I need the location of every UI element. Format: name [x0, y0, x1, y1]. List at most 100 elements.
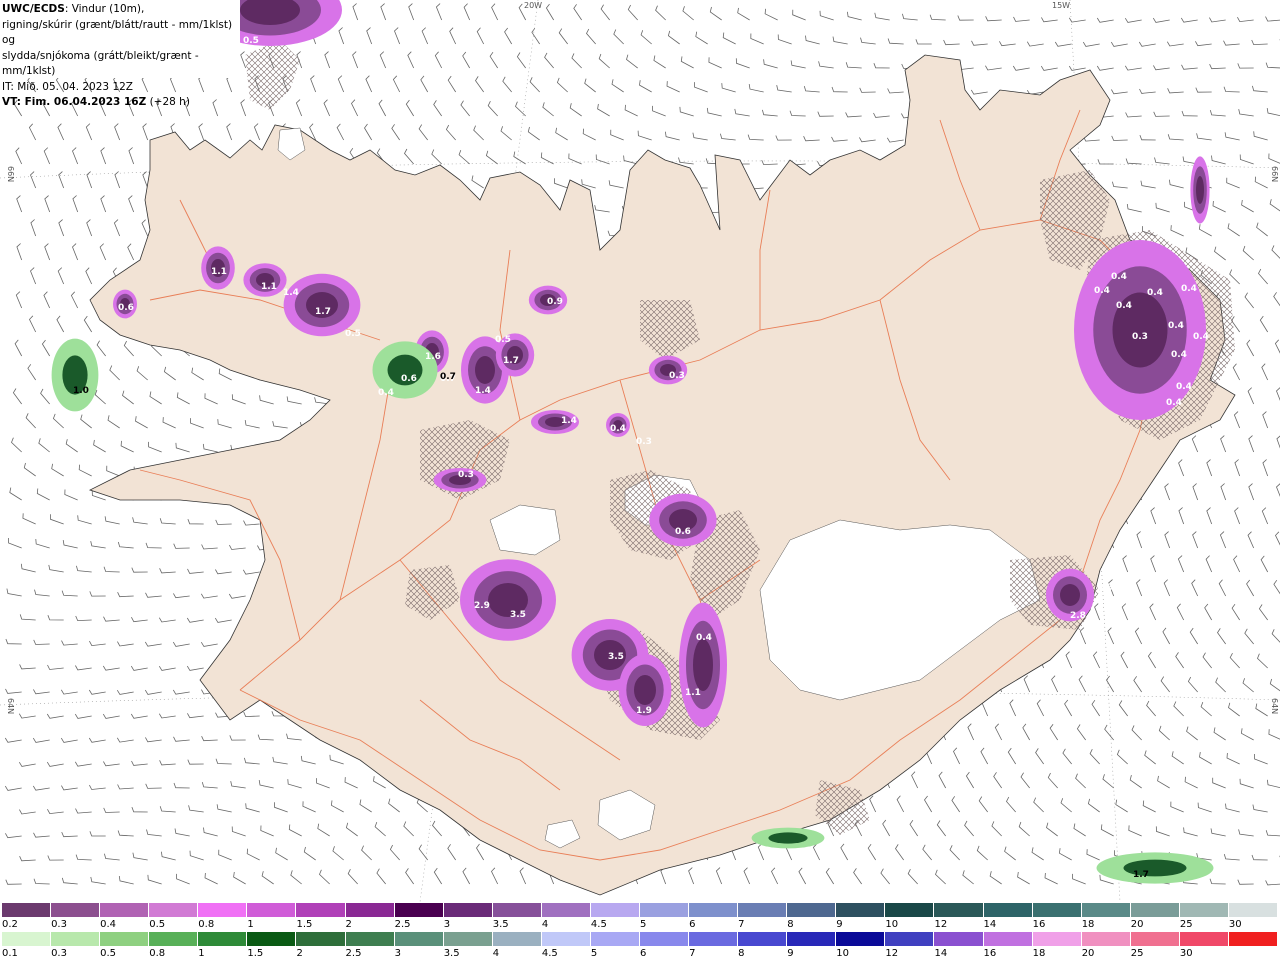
color-legend: 0.2 0.3 0.4 0.5 0.8 1 1.5 2 2.5 3 3.5 4 4.5 5 6 7 8 9 10 12… — [0, 903, 1280, 960]
precip-value-label: 1.6 — [425, 352, 441, 362]
legend-label: 30 — [1179, 948, 1193, 959]
legend-label: 0.3 — [51, 948, 67, 959]
legend-label: 14 — [934, 948, 948, 959]
legend-label: 0.5 — [100, 948, 117, 959]
precip-value-label: 1.9 — [636, 706, 652, 716]
legend-label: 7 — [738, 919, 745, 930]
title-line-1: UWC/ECDS: Vindur (10m), — [2, 2, 240, 18]
lat-label-66n-left: 66N — [6, 166, 15, 182]
legend-swatch — [590, 903, 641, 917]
rain-area — [768, 832, 808, 844]
valid-time: VT: Fim. 06.04.2023 16Z — [2, 96, 147, 108]
legend-label: 7 — [689, 948, 696, 959]
legend-label: 10 — [885, 919, 899, 930]
legend-swatch — [885, 932, 935, 946]
precip-value-label: 0.3 — [669, 371, 685, 381]
precip-value-label: 2.9 — [474, 601, 490, 611]
precip-value-label: 2.8 — [1070, 611, 1086, 621]
precip-value-label: 0.4 — [1171, 350, 1187, 360]
legend-label: 0.1 — [2, 948, 18, 959]
legend-label: 0.8 — [149, 948, 166, 959]
legend-swatch — [1130, 903, 1180, 917]
precip-value-label: 1.1 — [211, 267, 227, 277]
precip-value-label: 1.4 — [283, 288, 299, 298]
snow-area — [1196, 176, 1204, 204]
legend-swatch — [738, 932, 788, 946]
legend-swatch — [787, 903, 837, 917]
weather-map[interactable]: 20W 15W 66N 66N 64N 64N 0.51.11.11.41.70… — [0, 0, 1280, 902]
legend-label: 18 — [1032, 948, 1046, 959]
snow-area — [634, 675, 656, 705]
legend-label: 25 — [1179, 919, 1193, 930]
legend-label: 0.2 — [2, 919, 18, 930]
precip-value-label: 0.4 — [610, 424, 626, 434]
legend-snow-colorbar — [2, 903, 1279, 917]
legend-swatch — [100, 903, 150, 917]
legend-label: 1.5 — [247, 948, 264, 959]
legend-swatch — [934, 932, 984, 946]
precip-value-label: 1.0 — [73, 386, 89, 396]
precip-value-label: 0.5 — [243, 36, 259, 46]
precip-value-label: 1.7 — [1133, 870, 1149, 880]
legend-swatch — [836, 903, 886, 917]
legend-swatch — [2, 903, 52, 917]
precip-value-label: 0.6 — [118, 303, 134, 313]
legend-swatch — [492, 932, 542, 946]
legend-swatch — [247, 903, 297, 917]
legend-swatch — [296, 903, 346, 917]
precip-value-label: 0.3 — [1132, 332, 1148, 342]
legend-label: 3.5 — [492, 919, 509, 930]
legend-label: 1 — [198, 948, 205, 959]
precip-value-label: 1.1 — [685, 688, 701, 698]
legend-label: 12 — [934, 919, 948, 930]
lat-label-64n-left: 64N — [6, 698, 15, 714]
legend-label: 5 — [590, 948, 598, 959]
legend-swatch — [1228, 932, 1279, 946]
legend-label: 4.5 — [541, 948, 558, 959]
legend-label: 0.4 — [100, 919, 117, 930]
legend-label: 18 — [1081, 919, 1095, 930]
legend-swatch — [640, 903, 690, 917]
lead-time: (+28 h) — [146, 96, 190, 108]
precip-value-label: 1.7 — [503, 356, 519, 366]
legend-label: 2.5 — [394, 919, 411, 930]
legend-label: 16 — [983, 948, 997, 959]
precip-value-label: 0.4 — [1116, 301, 1132, 311]
legend-label: 1.5 — [296, 919, 313, 930]
legend-swatch — [541, 903, 591, 917]
legend-swatch — [1130, 932, 1180, 946]
legend-label: 6 — [689, 919, 696, 930]
legend-label: 25 — [1130, 948, 1144, 959]
snow-area — [1060, 584, 1080, 606]
valid-time-line: VT: Fim. 06.04.2023 16Z (+28 h) — [2, 95, 240, 111]
legend-swatch — [149, 903, 199, 917]
precip-value-label: 1.1 — [261, 282, 277, 292]
legend-swatch — [443, 903, 493, 917]
legend-swatch — [345, 903, 395, 917]
precip-value-label: 1.7 — [315, 307, 331, 317]
legend-swatch — [787, 932, 837, 946]
legend-swatch — [1081, 903, 1131, 917]
legend-swatch — [443, 932, 493, 946]
precip-value-label: 0.4 — [378, 388, 394, 398]
precip-value-label: 3.5 — [510, 610, 526, 620]
legend-label: 20 — [1081, 948, 1095, 959]
legend-label: 3 — [394, 948, 401, 959]
legend-swatch — [1179, 903, 1229, 917]
legend-swatch — [983, 903, 1033, 917]
legend-swatch — [983, 932, 1033, 946]
legend-swatch — [1228, 903, 1279, 917]
legend-swatch — [51, 903, 101, 917]
legend-label: 3.5 — [443, 948, 460, 959]
title-line-3: slydda/snjókoma (grátt/bleikt/grænt - mm… — [2, 49, 199, 78]
legend-label: 3 — [443, 919, 451, 930]
legend-rain-labels: 0.1 0.3 0.5 0.8 1 1.5 2 2.5 3 3.5 4 4.5 5 6 7 8 9 10 12 14 1… — [0, 948, 1280, 960]
legend-swatch — [689, 903, 739, 917]
legend-swatch — [1032, 903, 1082, 917]
title-wind: : Vindur (10m), — [64, 3, 145, 15]
precip-value-label: 0.4 — [1094, 286, 1110, 296]
legend-swatch — [198, 932, 248, 946]
init-time: IT: Mið. 05. 04. 2023 12Z — [2, 80, 133, 93]
lat-label-64n-right: 64N — [1270, 698, 1279, 714]
legend-label: 12 — [885, 948, 899, 959]
